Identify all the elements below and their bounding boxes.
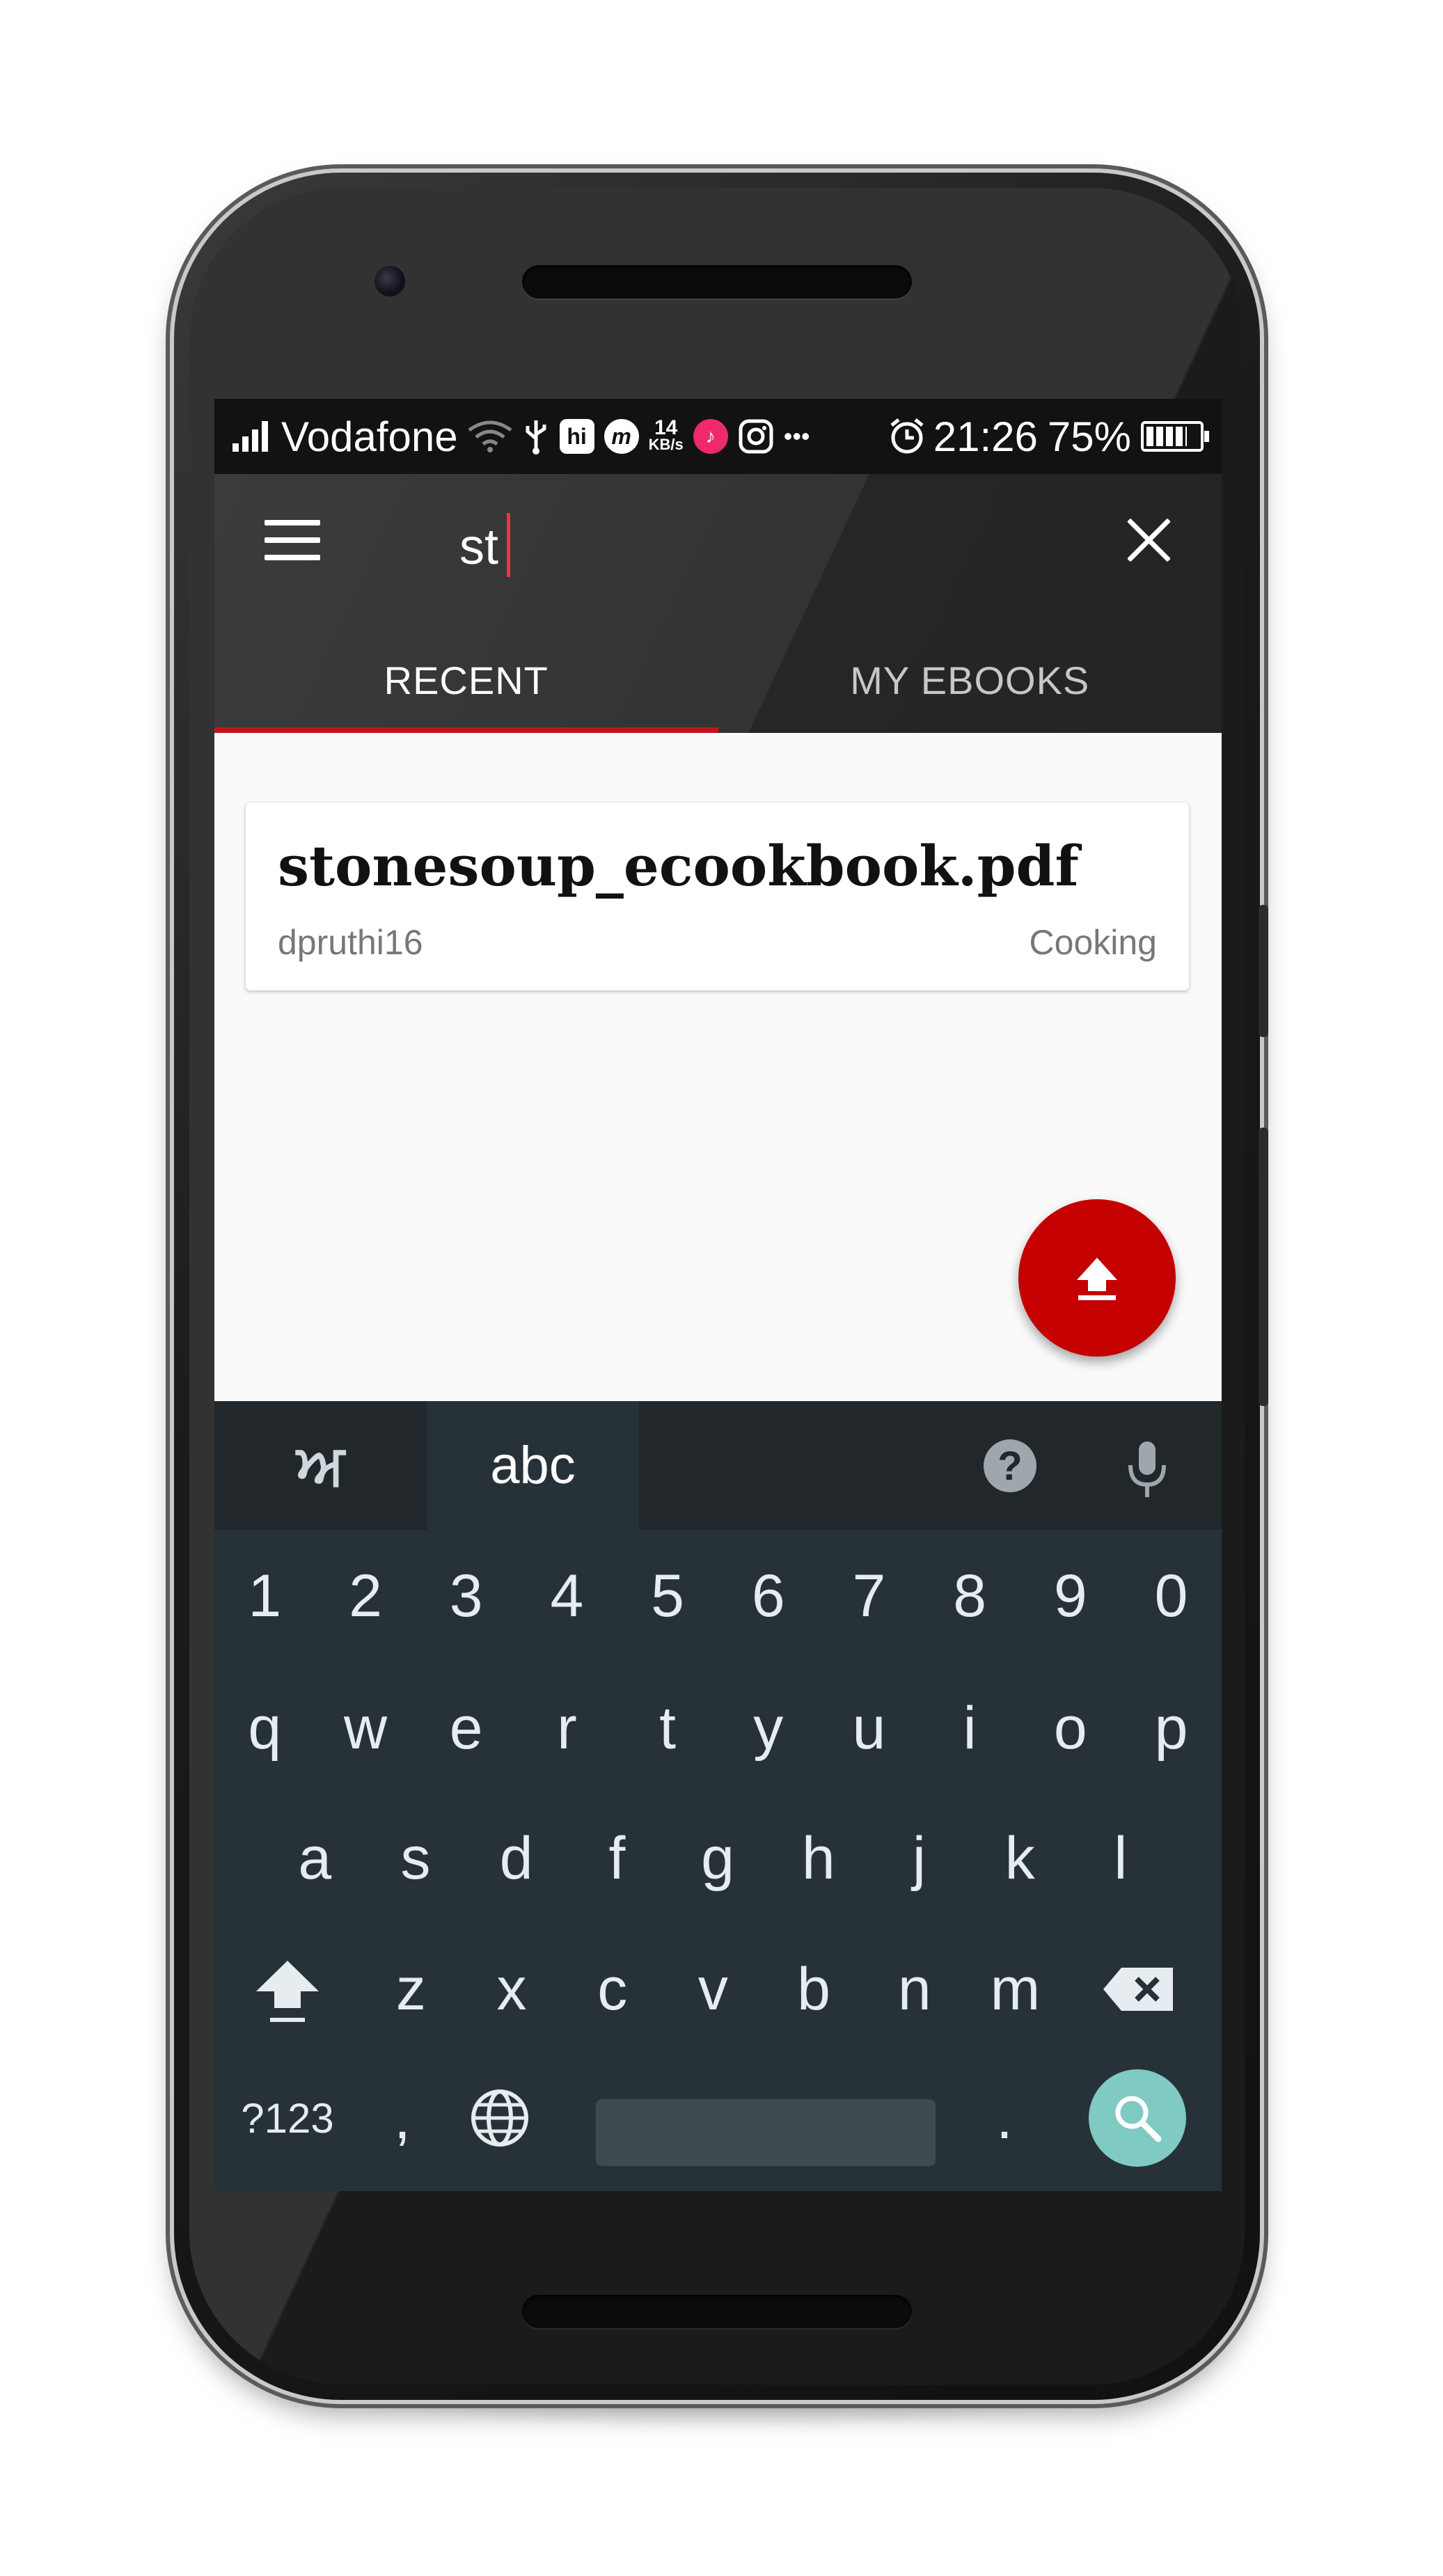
screen: Vodafone hi m 14 KB/s ♪ ••• 21:26 75% st… bbox=[214, 399, 1222, 2191]
key-0[interactable]: 0 bbox=[1121, 1530, 1222, 1662]
front-camera bbox=[374, 266, 405, 297]
language-abc-key[interactable]: abc bbox=[427, 1401, 639, 1530]
key-r[interactable]: r bbox=[517, 1662, 617, 1794]
language-gurmukhi-key[interactable]: ਅ bbox=[214, 1401, 427, 1530]
shift-key[interactable] bbox=[214, 1923, 361, 2055]
wifi-icon bbox=[468, 419, 512, 454]
power-button bbox=[1259, 905, 1268, 1037]
search-input[interactable] bbox=[458, 512, 1032, 583]
key-b[interactable]: b bbox=[764, 1923, 865, 2055]
key-g[interactable]: g bbox=[668, 1792, 768, 1925]
volume-button bbox=[1259, 1128, 1268, 1406]
tab-my-ebooks[interactable]: MY EBOOKS bbox=[718, 627, 1222, 733]
key-x[interactable]: x bbox=[462, 1923, 562, 2055]
key-6[interactable]: 6 bbox=[718, 1530, 819, 1662]
bottom-speaker bbox=[522, 2295, 912, 2328]
globe-icon bbox=[471, 2089, 528, 2147]
top-speaker bbox=[522, 265, 912, 299]
carrier-name: Vodafone bbox=[281, 413, 458, 460]
zxcv-row: z x c v b n m bbox=[214, 1923, 1222, 2055]
key-5[interactable]: 5 bbox=[617, 1530, 718, 1662]
status-right: 21:26 75% bbox=[878, 413, 1209, 460]
symbols-key[interactable]: ?123 bbox=[214, 2066, 361, 2170]
keyboard: ਅ abc ? 1 2 3 4 5 6 7 8 9 0 q w e r t y … bbox=[214, 1401, 1222, 2191]
status-bar: Vodafone hi m 14 KB/s ♪ ••• 21:26 75% bbox=[214, 399, 1222, 474]
key-t[interactable]: t bbox=[617, 1662, 718, 1794]
key-l[interactable]: l bbox=[1071, 1792, 1172, 1925]
battery-icon bbox=[1141, 421, 1209, 452]
search-action-key[interactable] bbox=[1089, 2069, 1186, 2167]
number-row: 1 2 3 4 5 6 7 8 9 0 bbox=[214, 1530, 1222, 1662]
result-card[interactable]: stonesoup_ecookbook.pdf dpruthi16 Cookin… bbox=[246, 803, 1189, 990]
shift-icon bbox=[256, 1961, 319, 2022]
asdf-row: a s d f g h j k l bbox=[214, 1792, 1222, 1925]
key-v[interactable]: v bbox=[663, 1923, 764, 2055]
key-m[interactable]: m bbox=[965, 1923, 1066, 2055]
app-bar: RECENT MY EBOOKS bbox=[214, 474, 1222, 733]
key-s[interactable]: s bbox=[365, 1792, 466, 1925]
key-2[interactable]: 2 bbox=[315, 1530, 416, 1662]
network-speed: 14 KB/s bbox=[648, 418, 684, 453]
tab-bar: RECENT MY EBOOKS bbox=[214, 627, 1222, 733]
key-w[interactable]: w bbox=[315, 1662, 416, 1794]
key-9[interactable]: 9 bbox=[1020, 1530, 1121, 1662]
status-left: Vodafone hi m 14 KB/s ♪ ••• bbox=[232, 413, 810, 460]
battery-percent: 75% bbox=[1047, 413, 1131, 460]
speed-unit: KB/s bbox=[648, 436, 684, 453]
period-key[interactable]: . bbox=[952, 2066, 1057, 2170]
help-icon[interactable]: ? bbox=[984, 1439, 1036, 1492]
key-u[interactable]: u bbox=[819, 1662, 920, 1794]
key-3[interactable]: 3 bbox=[416, 1530, 517, 1662]
search-icon bbox=[1115, 2096, 1162, 2142]
upload-fab[interactable] bbox=[1018, 1199, 1176, 1357]
key-p[interactable]: p bbox=[1121, 1662, 1222, 1794]
backspace-key[interactable] bbox=[1066, 1923, 1212, 2055]
menu-icon[interactable] bbox=[265, 520, 320, 562]
key-4[interactable]: 4 bbox=[517, 1530, 617, 1662]
hike-icon: hi bbox=[559, 419, 594, 454]
more-notifications-icon: ••• bbox=[783, 422, 810, 450]
upload-icon bbox=[1077, 1258, 1117, 1300]
key-1[interactable]: 1 bbox=[214, 1530, 315, 1662]
comma-key[interactable]: , bbox=[361, 2066, 444, 2170]
musically-icon: ♪ bbox=[693, 419, 728, 454]
instagram-icon bbox=[738, 418, 774, 455]
globe-key[interactable] bbox=[444, 2066, 555, 2170]
result-category: Cooking bbox=[1029, 923, 1157, 962]
tab-indicator bbox=[214, 727, 718, 733]
key-8[interactable]: 8 bbox=[920, 1530, 1020, 1662]
key-k[interactable]: k bbox=[970, 1792, 1071, 1925]
key-e[interactable]: e bbox=[416, 1662, 517, 1794]
usb-icon bbox=[522, 418, 550, 455]
microphone-icon[interactable] bbox=[1119, 1435, 1175, 1504]
clock: 21:26 bbox=[933, 413, 1038, 460]
text-cursor bbox=[507, 513, 510, 577]
messenger-icon: m bbox=[604, 419, 639, 454]
key-y[interactable]: y bbox=[718, 1662, 819, 1794]
key-c[interactable]: c bbox=[562, 1923, 663, 2055]
key-q[interactable]: q bbox=[214, 1662, 315, 1794]
key-d[interactable]: d bbox=[466, 1792, 567, 1925]
tab-recent[interactable]: RECENT bbox=[214, 627, 718, 733]
tab-recent-label: RECENT bbox=[384, 658, 549, 702]
key-z[interactable]: z bbox=[361, 1923, 462, 2055]
tab-my-ebooks-label: MY EBOOKS bbox=[850, 658, 1090, 702]
key-7[interactable]: 7 bbox=[819, 1530, 920, 1662]
result-title: stonesoup_ecookbook.pdf bbox=[278, 833, 1079, 899]
key-i[interactable]: i bbox=[920, 1662, 1020, 1794]
close-icon[interactable] bbox=[1124, 516, 1173, 564]
key-j[interactable]: j bbox=[869, 1792, 970, 1925]
key-f[interactable]: f bbox=[567, 1792, 668, 1925]
backspace-icon bbox=[1103, 1968, 1173, 2011]
result-uploader: dpruthi16 bbox=[278, 923, 423, 962]
key-h[interactable]: h bbox=[768, 1792, 869, 1925]
qwerty-row: q w e r t y u i o p bbox=[214, 1662, 1222, 1794]
alarm-icon bbox=[888, 417, 926, 456]
keyboard-toolbar: ਅ abc ? bbox=[214, 1401, 1222, 1530]
key-o[interactable]: o bbox=[1020, 1662, 1121, 1794]
signal-icon bbox=[232, 421, 271, 452]
key-n[interactable]: n bbox=[864, 1923, 965, 2055]
space-key[interactable] bbox=[596, 2099, 936, 2166]
key-a[interactable]: a bbox=[265, 1792, 365, 1925]
